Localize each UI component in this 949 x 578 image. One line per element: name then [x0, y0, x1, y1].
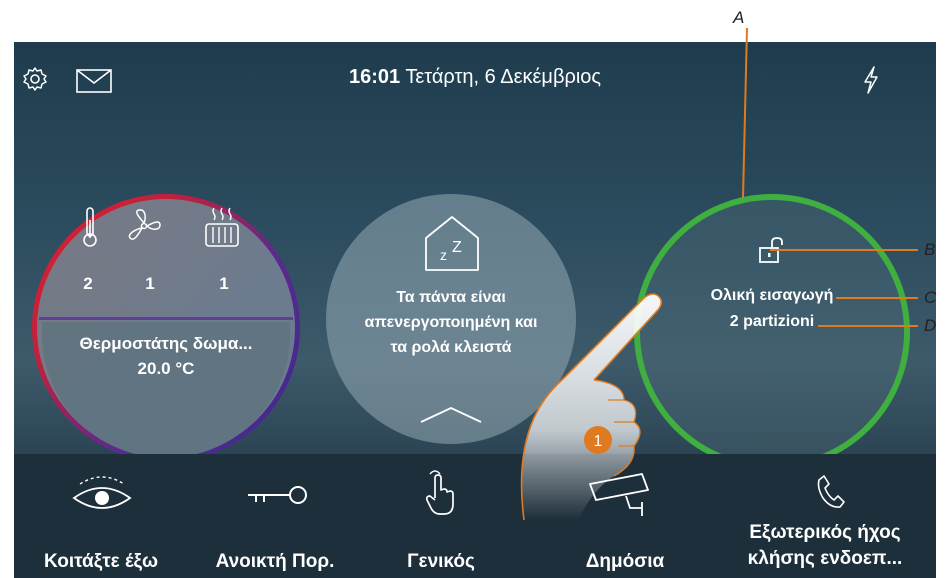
fan-icon	[128, 209, 161, 240]
step-number: 1	[594, 433, 603, 450]
nav-label-external-ring-line1[interactable]: Εξωτερικός ήχος	[718, 522, 932, 544]
nav-label-general[interactable]: Γενικός	[366, 551, 516, 573]
callout-d: D	[924, 316, 937, 335]
eye-icon[interactable]	[70, 474, 134, 514]
callout-c-line	[836, 297, 918, 299]
finger-tap-illustration: 1	[520, 293, 663, 521]
nav-label-public[interactable]: Δημόσια	[550, 551, 700, 573]
hand-pointer-icon[interactable]	[424, 468, 458, 516]
svg-text:z: z	[440, 247, 447, 263]
alarm-partitions: 2 partizioni	[729, 313, 815, 330]
callout-a-line	[742, 28, 748, 198]
callout-d-line	[818, 325, 918, 327]
alarm-status: Ολική εισαγωγή	[710, 287, 834, 304]
callout-a: A	[733, 8, 745, 27]
callout-c: C	[924, 288, 937, 307]
date-time: 16:01 Τετάρτη, 6 Δεκέμβριος	[14, 66, 936, 89]
svg-text:Z: Z	[452, 239, 462, 256]
nav-label-look-outside[interactable]: Κοιτάξτε έξω	[20, 551, 182, 573]
callout-b-line	[770, 249, 918, 251]
power-bolt-icon[interactable]	[862, 66, 880, 94]
thermostat-count-radiator: 1	[219, 274, 229, 293]
thermostat-count-fan: 1	[145, 274, 155, 293]
callout-b: B	[924, 240, 936, 259]
clock-time: 16:01	[348, 66, 401, 88]
chevron-up-icon[interactable]	[419, 404, 483, 424]
nav-label-open-door[interactable]: Ανοικτή Πορ.	[200, 551, 350, 573]
thermostat-name: Θερμοστάτης δωμα...	[79, 334, 253, 353]
key-icon[interactable]	[246, 482, 310, 508]
radiator-icon	[205, 207, 239, 247]
nav-label-external-ring-line2[interactable]: κλήσης ενδοεπ...	[718, 548, 932, 570]
thermostat-divider	[39, 317, 293, 320]
status-bar: 16:01 Τετάρτη, 6 Δεκέμβριος	[14, 42, 936, 104]
house-sleep-icon: z Z	[425, 216, 479, 271]
phone-icon[interactable]	[816, 474, 846, 510]
thermometer-icon	[83, 207, 97, 247]
date-label: Τετάρτη, 6 Δεκέμβριος	[405, 66, 602, 88]
thermostat-temperature: 20.0 °C	[137, 359, 195, 378]
device-screen: 16:01 Τετάρτη, 6 Δεκέμβριος 2 1 1 Θερμοσ…	[14, 42, 936, 578]
thermostat-count-temperature: 2	[83, 274, 93, 293]
